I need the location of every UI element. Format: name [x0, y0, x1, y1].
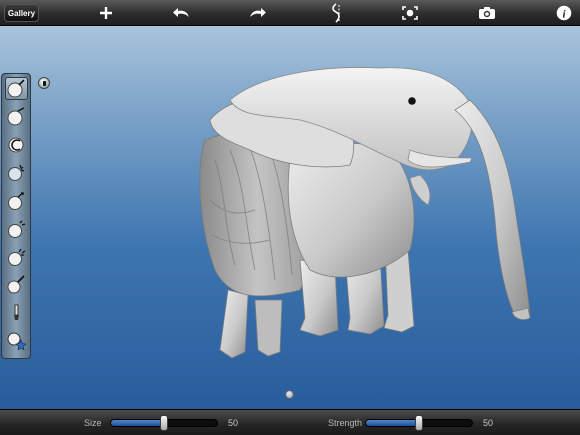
- tool-info-button[interactable]: [38, 77, 50, 89]
- redo-icon[interactable]: [248, 3, 268, 23]
- viewport-center-marker[interactable]: [285, 390, 294, 399]
- size-slider-fill: [111, 420, 164, 426]
- smooth-tool[interactable]: [5, 161, 28, 184]
- pinch-tool-icon: [8, 137, 24, 153]
- sculpt-tool-panel: [1, 73, 31, 359]
- inflate-tool[interactable]: [5, 217, 28, 240]
- top-toolbar: Gallery i: [0, 0, 580, 26]
- grab-tool-icon: [8, 192, 24, 210]
- favorite-tool-icon: [7, 332, 26, 350]
- strength-label: Strength: [328, 418, 363, 428]
- strength-value: 50: [483, 418, 494, 428]
- bottom-toolbar: Size 50 Strength 50: [0, 409, 580, 435]
- paint-tool[interactable]: [5, 273, 28, 296]
- grab-tool[interactable]: [5, 189, 28, 212]
- sculpt-viewport[interactable]: [0, 26, 580, 409]
- inflate-tool-icon: [8, 220, 26, 238]
- undo-icon[interactable]: [171, 3, 191, 23]
- info-icon[interactable]: i: [554, 3, 574, 23]
- strength-slider-thumb[interactable]: [415, 415, 423, 431]
- flatten-tool-icon: [7, 107, 25, 126]
- elephant-model[interactable]: [0, 26, 580, 409]
- brush-tool[interactable]: [5, 301, 28, 324]
- favorite-tool[interactable]: [5, 329, 28, 352]
- symmetry-icon[interactable]: [326, 3, 346, 23]
- smooth-tool-icon: [8, 164, 25, 181]
- pinch-tool[interactable]: [5, 133, 28, 156]
- crease-tool[interactable]: [5, 245, 28, 268]
- gallery-button[interactable]: Gallery: [4, 4, 39, 22]
- size-value: 50: [228, 418, 239, 428]
- size-label: Size: [84, 418, 102, 428]
- strength-slider-fill: [366, 420, 419, 426]
- size-slider-thumb[interactable]: [160, 415, 168, 431]
- camera-icon[interactable]: [477, 3, 497, 23]
- add-icon[interactable]: [96, 3, 116, 23]
- paint-tool-icon: [7, 275, 25, 294]
- crease-tool-icon: [8, 248, 26, 266]
- brush-tool-icon: [14, 304, 19, 320]
- draw-tool-icon: [7, 79, 25, 98]
- flatten-tool[interactable]: [5, 105, 28, 128]
- camera-reset-icon[interactable]: [400, 3, 420, 23]
- draw-tool[interactable]: [5, 77, 28, 100]
